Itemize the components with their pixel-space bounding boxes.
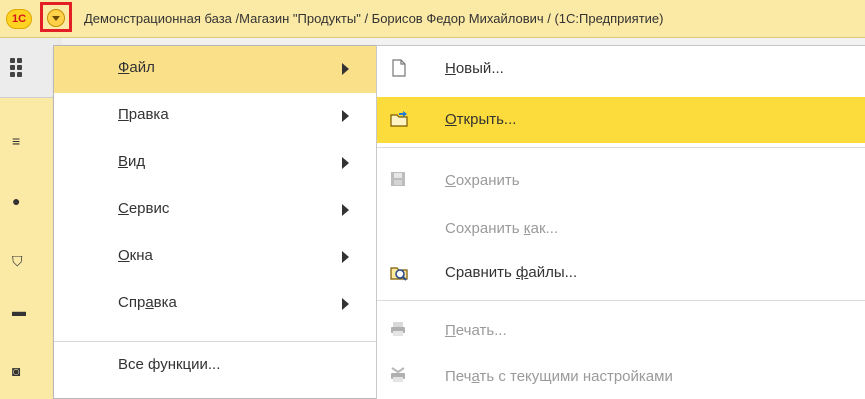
cart-icon[interactable]: ⛉ xyxy=(12,254,26,268)
menu-item-windows[interactable]: Окна xyxy=(54,234,376,281)
submenu-item-open[interactable]: Открыть... xyxy=(377,97,865,143)
menu-item-edit[interactable]: Правка xyxy=(54,93,376,140)
submenu-item-label: Печать... xyxy=(445,322,507,339)
main-menu-button[interactable] xyxy=(47,9,65,27)
save-disk-icon xyxy=(389,170,409,190)
submenu-item-save-as[interactable]: Сохранить как... xyxy=(377,206,865,252)
menu-item-label: Файл xyxy=(118,59,155,76)
submenu-arrow-icon xyxy=(342,251,349,263)
menu-item-all-functions[interactable]: Все функции... xyxy=(54,345,376,392)
submenu-item-label: Печать с текущими настройками xyxy=(445,368,673,385)
bag-icon[interactable]: ◙ xyxy=(12,364,26,378)
menu-item-view[interactable]: Вид xyxy=(54,140,376,187)
menu-separator xyxy=(54,341,376,342)
submenu-item-label: Новый... xyxy=(445,60,504,77)
open-folder-icon xyxy=(389,109,409,129)
submenu-item-label: Сравнить файлы... xyxy=(445,264,578,281)
main-menu-button-highlight[interactable] xyxy=(40,2,72,32)
menu-item-service[interactable]: Сервис xyxy=(54,187,376,234)
compare-files-icon xyxy=(389,262,409,282)
submenu-item-label: Сохранить как... xyxy=(445,220,559,237)
printer-icon xyxy=(389,320,409,340)
stack-icon[interactable]: ▬ xyxy=(12,304,26,318)
submenu-item-new[interactable]: Новый... xyxy=(377,46,865,92)
menu-item-file[interactable]: Файл xyxy=(54,46,376,93)
menu-item-label: Справка xyxy=(118,294,177,311)
menu-item-label: Все функции... xyxy=(118,356,221,373)
apps-grid-icon[interactable] xyxy=(10,58,30,78)
menu-lines-icon[interactable]: ≡ xyxy=(12,134,26,148)
menu-item-label: Вид xyxy=(118,153,146,170)
app-logo: 1С xyxy=(6,9,32,29)
file-submenu: Новый... Открыть... Сохранить Сохранить … xyxy=(376,45,865,399)
submenu-arrow-icon xyxy=(342,63,349,75)
submenu-arrow-icon xyxy=(342,110,349,122)
submenu-item-quick-print[interactable]: Печать с текущими настройками xyxy=(377,354,865,399)
window-title: Демонстрационная база /Магазин "Продукты… xyxy=(84,11,664,26)
new-document-icon xyxy=(389,58,409,78)
menu-item-help[interactable]: Справка xyxy=(54,281,376,328)
menu-separator xyxy=(377,300,865,301)
submenu-item-label: Сохранить xyxy=(445,172,520,189)
submenu-item-save[interactable]: Сохранить xyxy=(377,158,865,204)
submenu-arrow-icon xyxy=(342,157,349,169)
menu-separator xyxy=(377,147,865,148)
circle-icon[interactable]: ● xyxy=(12,194,26,208)
chevron-down-icon xyxy=(52,16,60,21)
menu-item-label: Правка xyxy=(118,106,169,123)
main-menu: Файл Правка Вид Сервис Окна Справка Все … xyxy=(53,45,377,399)
quick-print-icon xyxy=(389,366,409,386)
submenu-arrow-icon xyxy=(342,298,349,310)
menu-item-label: Окна xyxy=(118,247,153,264)
submenu-item-compare-files[interactable]: Сравнить файлы... xyxy=(377,250,865,296)
submenu-item-print[interactable]: Печать... xyxy=(377,308,865,354)
title-bar: 1С Демонстрационная база /Магазин "Проду… xyxy=(0,0,865,38)
submenu-arrow-icon xyxy=(342,204,349,216)
submenu-item-label: Открыть... xyxy=(445,111,517,128)
menu-item-label: Сервис xyxy=(118,200,170,217)
